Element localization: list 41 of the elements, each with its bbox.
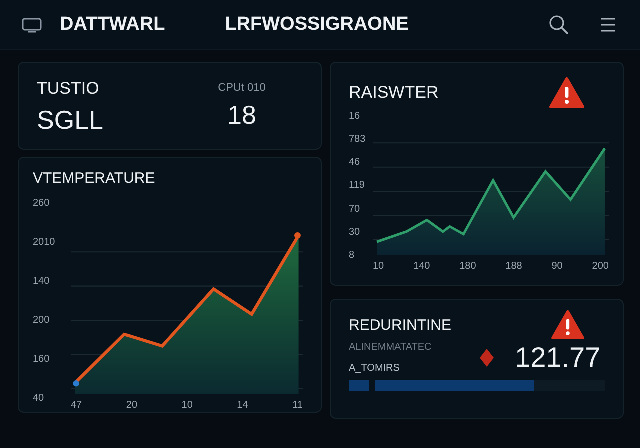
axis-label: 119 <box>349 180 366 192</box>
axis-label: 8 <box>349 250 356 261</box>
axis-label: 260 <box>33 198 51 209</box>
axis-label: 140 <box>414 261 430 272</box>
metric-label: CPUt 010 <box>218 82 266 94</box>
card-title: VTEMPERATURE <box>33 170 156 187</box>
stat-label: TUSTIO <box>37 79 100 99</box>
diamond-icon <box>479 348 495 368</box>
axis-label: 30 <box>349 226 362 238</box>
progress-segment <box>349 380 369 391</box>
sub-label: A_TOMIRS <box>349 363 401 374</box>
axis-label: 2010 <box>33 237 56 248</box>
dashboard-title: LRFWOSSIGRAONE <box>225 14 409 36</box>
card-title: REDURINTINE <box>349 316 452 334</box>
monitor-icon <box>22 16 42 32</box>
axis-label: 10 <box>373 261 384 272</box>
status-value: 121.77 <box>515 342 601 374</box>
search-icon[interactable] <box>548 14 570 36</box>
axis-label: 70 <box>349 204 362 215</box>
axis-label: 16 <box>349 111 362 122</box>
stat-value: SGLL <box>37 105 104 136</box>
metric-value: 18 <box>228 100 256 131</box>
axis-label: 90 <box>552 261 563 272</box>
brand-name: DATTWARL <box>60 14 166 36</box>
axis-label: 200 <box>33 315 51 326</box>
axis-label: 11 <box>292 400 303 411</box>
axis-label: 20 <box>126 400 138 411</box>
axis-label: 140 <box>33 276 51 287</box>
card-title: RAISWTER <box>349 83 439 103</box>
axis-label: 180 <box>460 261 476 272</box>
axis-label: 200 <box>592 261 609 272</box>
axis-label: 10 <box>182 400 193 411</box>
axis-label: 160 <box>33 354 51 365</box>
axis-label: 783 <box>349 134 367 146</box>
menu-icon[interactable] <box>600 16 616 34</box>
axis-label: 47 <box>71 400 82 411</box>
axis-label: 188 <box>506 261 522 272</box>
axis-label: 14 <box>237 400 248 411</box>
axis-label: 46 <box>349 157 362 168</box>
axis-label: 40 <box>33 393 46 404</box>
caption-text: ALINEMMATATEC <box>349 342 433 353</box>
